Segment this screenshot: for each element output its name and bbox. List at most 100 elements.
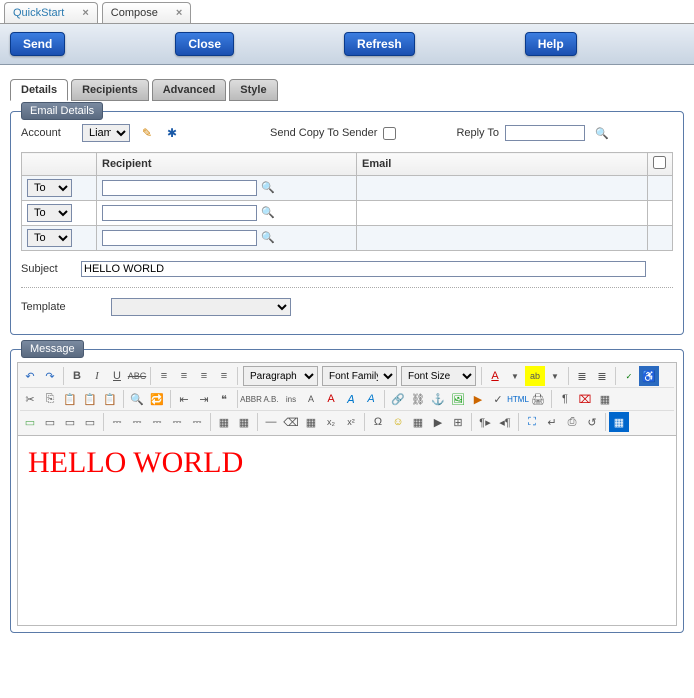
align-justify-icon[interactable]: ≡ (214, 366, 234, 386)
indent-icon[interactable]: ⇥ (194, 389, 214, 409)
media-icon[interactable]: ▶ (468, 389, 488, 409)
account-select[interactable]: Liam (82, 124, 130, 142)
close-icon[interactable]: × (82, 7, 88, 19)
iespell-icon[interactable]: ▦ (408, 412, 428, 432)
send-copy-checkbox[interactable] (383, 127, 396, 140)
outdent-icon[interactable]: ⇤ (174, 389, 194, 409)
close-icon[interactable]: × (176, 7, 182, 19)
spellcheck-icon[interactable]: ✓ (619, 366, 639, 386)
search-icon[interactable]: 🔍 (261, 207, 275, 219)
charmap-icon[interactable]: Ω (368, 412, 388, 432)
tab-advanced[interactable]: Advanced (152, 79, 227, 101)
blockquote-icon[interactable]: ❝ (214, 389, 234, 409)
style5-icon[interactable]: ⎓ (187, 412, 207, 432)
type-select[interactable]: To (27, 229, 72, 247)
number-list-icon[interactable]: ≣ (592, 366, 612, 386)
cleanup-icon[interactable]: ✓ (488, 389, 508, 409)
help-button[interactable]: Help (525, 32, 577, 56)
font-size-select[interactable]: Font Size (401, 366, 476, 386)
edit-account-icon[interactable]: ✎ (139, 125, 155, 141)
type-select[interactable]: To (27, 204, 72, 222)
paragraph-select[interactable]: Paragraph (243, 366, 318, 386)
send-button[interactable]: Send (10, 32, 65, 56)
replace-icon[interactable]: 🔁 (147, 389, 167, 409)
advhr-icon[interactable]: ⊞ (448, 412, 468, 432)
bullet-list-icon[interactable]: ≣ (572, 366, 592, 386)
attrib-icon[interactable]: A (301, 389, 321, 409)
search-icon[interactable]: 🔍 (261, 232, 275, 244)
fullscreen-icon[interactable]: ⛶ (522, 412, 542, 432)
sub-icon[interactable]: x₂ (321, 412, 341, 432)
recipient-input[interactable] (102, 180, 257, 196)
style4-icon[interactable]: ⎓ (167, 412, 187, 432)
table-icon[interactable]: ▦ (214, 412, 234, 432)
del-icon[interactable]: ins (281, 389, 301, 409)
styles-icon[interactable]: A (361, 389, 381, 409)
restore-icon[interactable]: ↺ (582, 412, 602, 432)
paste-text-icon[interactable]: 📋 (80, 389, 100, 409)
acronym-icon[interactable]: A.B. (261, 389, 281, 409)
search-icon[interactable]: 🔍 (261, 182, 275, 194)
table2-icon[interactable]: ▦ (234, 412, 254, 432)
editor-body[interactable]: HELLO WORLD (17, 436, 677, 626)
link-icon[interactable]: 🔗 (388, 389, 408, 409)
type-select[interactable]: To (27, 179, 72, 197)
search-icon[interactable]: 🔍 (595, 127, 609, 140)
tab-quickstart[interactable]: QuickStart × (4, 2, 98, 23)
paste-icon[interactable]: 📋 (60, 389, 80, 409)
text-color-icon[interactable]: A (485, 366, 505, 386)
subject-input[interactable] (81, 261, 646, 277)
close-button[interactable]: Close (175, 32, 234, 56)
new-account-icon[interactable]: ✱ (164, 125, 180, 141)
visualchars-icon[interactable]: ▦ (301, 412, 321, 432)
underline-icon[interactable]: U (107, 366, 127, 386)
fullpage-icon[interactable]: ▦ (609, 412, 629, 432)
find-icon[interactable]: 🔍 (127, 389, 147, 409)
tab-recipients[interactable]: Recipients (71, 79, 149, 101)
align-left-icon[interactable]: ≡ (154, 366, 174, 386)
style3-icon[interactable]: ⎓ (147, 412, 167, 432)
attrib2-icon[interactable]: A (321, 389, 341, 409)
tab-details[interactable]: Details (10, 79, 68, 101)
layer-fwd-icon[interactable]: ▭ (60, 412, 80, 432)
hr-icon[interactable]: — (261, 412, 281, 432)
print-icon[interactable]: 🖨 (528, 389, 548, 409)
html-icon[interactable]: HTML (508, 389, 528, 409)
clear-format-icon[interactable]: 𝘈 (341, 389, 361, 409)
strikethrough-icon[interactable]: ABC (127, 366, 147, 386)
cite-icon[interactable]: ABBR (241, 389, 261, 409)
xhtml-icon[interactable]: ⌧ (575, 389, 595, 409)
image-icon[interactable]: 🖼 (448, 389, 468, 409)
media2-icon[interactable]: ▶ (428, 412, 448, 432)
tab-compose[interactable]: Compose × (102, 2, 192, 23)
select-all-checkbox[interactable] (653, 156, 666, 169)
layer-back-icon[interactable]: ▭ (40, 412, 60, 432)
align-center-icon[interactable]: ≡ (174, 366, 194, 386)
redo-icon[interactable]: ↷ (40, 366, 60, 386)
italic-icon[interactable]: I (87, 366, 107, 386)
bold-icon[interactable]: B (67, 366, 87, 386)
copy-icon[interactable]: ⎘ (40, 389, 60, 409)
layer-icon[interactable]: ▭ (20, 412, 40, 432)
anchor-icon[interactable]: ⚓ (428, 389, 448, 409)
pagebreak-icon[interactable]: ⎙ (562, 412, 582, 432)
abs-icon[interactable]: ▭ (80, 412, 100, 432)
recipient-input[interactable] (102, 205, 257, 221)
recipient-input[interactable] (102, 230, 257, 246)
template-select[interactable] (111, 298, 291, 316)
align-right-icon[interactable]: ≡ (194, 366, 214, 386)
template-icon[interactable]: ▦ (595, 389, 615, 409)
unlink-icon[interactable]: ⛓ (408, 389, 428, 409)
ltr2-icon[interactable]: ¶▸ (475, 412, 495, 432)
highlight-icon[interactable]: ab (525, 366, 545, 386)
rtl-icon[interactable]: ◂¶ (495, 412, 515, 432)
cut-icon[interactable]: ✂ (20, 389, 40, 409)
style2-icon[interactable]: ⎓ (127, 412, 147, 432)
font-family-select[interactable]: Font Family (322, 366, 397, 386)
ltr-icon[interactable]: ¶ (555, 389, 575, 409)
refresh-button[interactable]: Refresh (344, 32, 415, 56)
sup-icon[interactable]: x² (341, 412, 361, 432)
chevron-down-icon[interactable]: ▼ (505, 366, 525, 386)
remove-format-icon[interactable]: ⌫ (281, 412, 301, 432)
tab-style[interactable]: Style (229, 79, 277, 101)
